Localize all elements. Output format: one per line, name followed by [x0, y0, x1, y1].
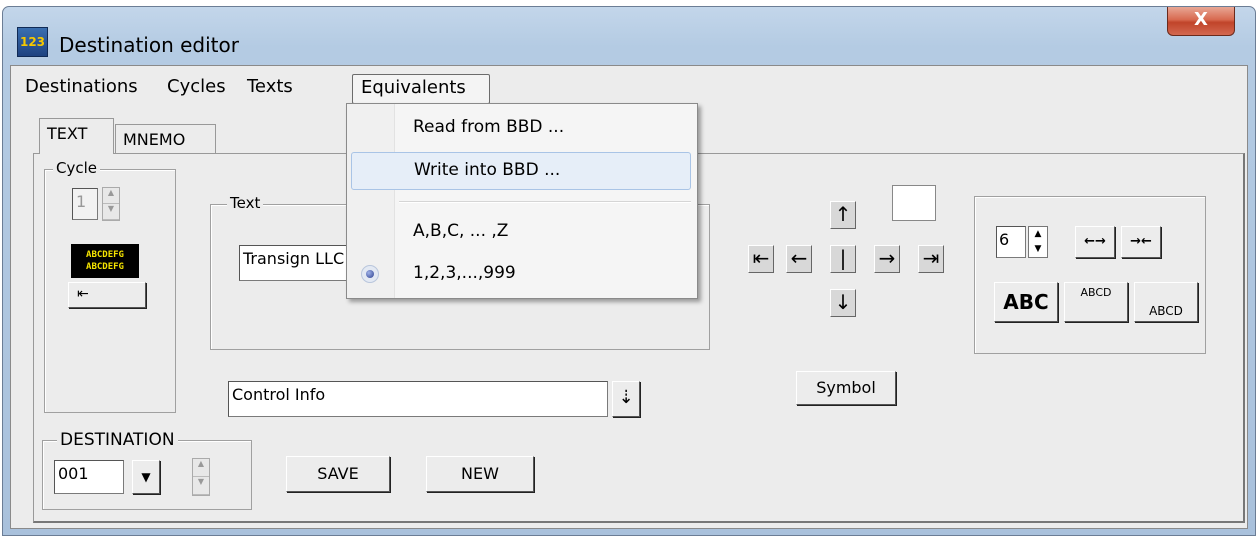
format-group [974, 196, 1206, 354]
text-group-title: Text [227, 194, 264, 212]
menu-bar: Destinations Cycles Texts Equivalents [11, 66, 1247, 106]
led-preview-line-1: ABCDEFG [86, 250, 124, 260]
arrow-right-end-icon[interactable]: ⇥ [918, 245, 944, 273]
chevron-down-icon[interactable]: ▼ [132, 460, 160, 494]
menu-texts[interactable]: Texts [247, 76, 293, 97]
tab-mnemo[interactable]: MNEMO [115, 124, 216, 154]
spin-down-icon[interactable]: ▼ [193, 477, 209, 495]
text-field[interactable]: Transign LLC [239, 245, 357, 281]
menu-equivalents[interactable]: Equivalents [352, 74, 490, 104]
menu-item-read-from-bbd[interactable]: Read from BBD ... [351, 110, 691, 148]
subscript-font-button[interactable]: ABCD [1134, 282, 1198, 322]
narrow-spacing-button[interactable]: →← [1121, 226, 1161, 258]
led-preview-button[interactable]: ABCDEFG ABCDEFG [71, 244, 139, 278]
cycle-group-title: Cycle [53, 159, 100, 177]
symbol-button[interactable]: Symbol [796, 371, 896, 405]
arrow-up-icon[interactable]: ↑ [830, 201, 856, 229]
app-icon: 123 [17, 27, 48, 57]
arrow-left-icon[interactable]: ← [786, 245, 812, 273]
spin-up-icon[interactable]: ▲ [193, 459, 209, 477]
menu-item-numeric[interactable]: 1,2,3,...,999 [351, 256, 691, 294]
menu-cycles[interactable]: Cycles [167, 76, 226, 97]
center-icon[interactable]: | [830, 245, 856, 273]
destination-spinner[interactable]: ▲ ▼ [192, 458, 210, 496]
arrow-down-icon[interactable]: ↓ [830, 289, 856, 317]
spin-down-icon[interactable]: ▼ [103, 204, 119, 220]
radio-selected-icon [361, 265, 379, 283]
align-left-button[interactable]: ⇤ [68, 282, 146, 308]
save-button[interactable]: SAVE [286, 456, 390, 492]
font-size-field[interactable]: 6 [996, 226, 1026, 258]
spin-up-icon[interactable]: ▲ [1029, 227, 1047, 242]
control-info-field[interactable]: Control Info [228, 381, 608, 417]
bold-font-button[interactable]: ABC [994, 282, 1058, 322]
new-button[interactable]: NEW [426, 456, 534, 492]
spin-down-icon[interactable]: ▼ [1029, 242, 1047, 257]
cycle-field[interactable]: 1 [72, 188, 98, 220]
destination-group-title: DESTINATION [57, 430, 178, 450]
control-info-dropdown-button[interactable]: ⇣ [612, 381, 640, 417]
destination-field[interactable]: 001 [54, 460, 124, 494]
cycle-spinner[interactable]: ▲ ▼ [102, 187, 120, 221]
menu-separator [399, 201, 691, 203]
tab-text[interactable]: TEXT [39, 118, 114, 154]
close-button[interactable]: X [1167, 7, 1235, 36]
led-preview-line-2: ABCDEFG [86, 262, 124, 272]
title-bar[interactable]: 123 Destination editor X [3, 7, 1255, 65]
menu-item-alphabetic[interactable]: A,B,C, ... ,Z [351, 214, 691, 252]
arrow-left-end-icon[interactable]: ⇤ [748, 245, 774, 273]
spin-up-icon[interactable]: ▲ [103, 188, 119, 204]
window-title: Destination editor [59, 33, 239, 57]
font-size-spinner[interactable]: ▲ ▼ [1028, 226, 1048, 258]
superscript-font-button[interactable]: ABCD [1064, 282, 1128, 322]
position-indicator-box [892, 185, 936, 221]
menu-item-write-into-bbd[interactable]: Write into BBD ... [351, 152, 691, 190]
widen-spacing-button[interactable]: ←→ [1075, 226, 1115, 258]
equivalents-dropdown-menu: Read from BBD ... Write into BBD ... A,B… [346, 103, 698, 299]
menu-destinations[interactable]: Destinations [25, 76, 138, 97]
arrow-right-icon[interactable]: → [874, 245, 900, 273]
